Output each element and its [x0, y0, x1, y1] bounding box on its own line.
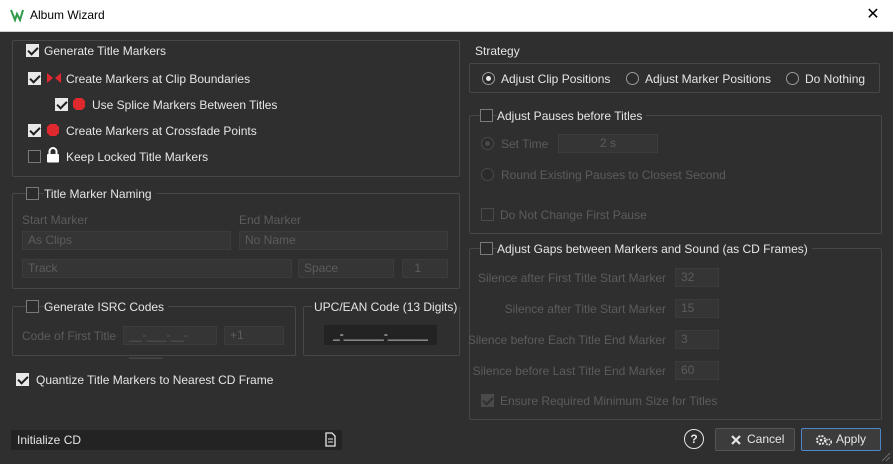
- keep-locked-checkbox[interactable]: [28, 150, 41, 163]
- preset-field[interactable]: Initialize CD: [11, 430, 342, 450]
- adjust-pauses-label: Adjust Pauses before Titles: [497, 109, 647, 123]
- gap-row-value[interactable]: 32: [675, 268, 719, 287]
- strategy-option-adjust-marker[interactable]: Adjust Marker Positions: [645, 72, 771, 86]
- number-field[interactable]: 1: [402, 259, 448, 278]
- upc-label: UPC/EAN Code (13 Digits): [312, 300, 460, 314]
- strategy-option-do-nothing[interactable]: Do Nothing: [805, 72, 865, 86]
- title-marker-naming-checkbox[interactable]: [26, 187, 39, 200]
- quantize-checkbox[interactable]: [16, 373, 29, 386]
- set-time-radio[interactable]: [481, 137, 494, 150]
- gap-row-value[interactable]: 60: [675, 361, 719, 380]
- apply-button[interactable]: Apply: [801, 428, 881, 451]
- crossfade-markers-label: Create Markers at Crossfade Points: [66, 124, 257, 138]
- code-of-first-title-label: Code of First Title: [22, 329, 117, 343]
- upc-field[interactable]: _-______-______: [324, 325, 437, 345]
- generate-isrc-label: Generate ISRC Codes: [44, 300, 169, 314]
- end-marker-select[interactable]: No Name: [239, 231, 448, 250]
- generate-isrc-checkbox[interactable]: [26, 300, 39, 313]
- preset-document-icon[interactable]: [323, 432, 337, 447]
- set-time-field[interactable]: 2 s: [558, 134, 658, 153]
- help-icon: ?: [690, 432, 698, 446]
- gap-row-label: Silence before Each Title End Marker: [467, 333, 666, 347]
- clip-boundaries-label: Create Markers at Clip Boundaries: [66, 72, 251, 86]
- gap-row-value[interactable]: 15: [675, 299, 719, 318]
- end-marker-label: End Marker: [239, 213, 302, 227]
- splice-markers-checkbox[interactable]: [55, 98, 68, 111]
- apply-label: Apply: [836, 432, 867, 446]
- help-button[interactable]: ?: [684, 429, 704, 449]
- isrc-increment-field[interactable]: +1: [224, 326, 284, 345]
- generate-title-markers-checkbox[interactable]: [26, 44, 39, 57]
- strategy-do-nothing-radio[interactable]: [786, 72, 799, 85]
- keep-locked-label: Keep Locked Title Markers: [66, 150, 209, 164]
- splice-markers-label: Use Splice Markers Between Titles: [92, 98, 278, 112]
- round-pauses-radio[interactable]: [481, 168, 494, 181]
- no-change-first-pause-checkbox[interactable]: [481, 208, 494, 221]
- clip-boundary-marker-icon: [47, 73, 61, 83]
- strategy-adjust-clip-radio[interactable]: [482, 72, 495, 85]
- strategy-option-adjust-clip[interactable]: Adjust Clip Positions: [501, 72, 610, 86]
- space-select[interactable]: Space: [298, 259, 394, 278]
- gears-icon: [816, 435, 833, 446]
- adjust-pauses-checkbox[interactable]: [480, 109, 493, 122]
- round-pauses-label: Round Existing Pauses to Closest Second: [501, 168, 726, 182]
- strategy-label: Strategy: [475, 44, 520, 58]
- resize-grip-icon[interactable]: [880, 451, 891, 462]
- adjust-gaps-checkbox[interactable]: [480, 242, 493, 255]
- crossfade-markers-checkbox[interactable]: [28, 124, 41, 137]
- gap-row-label: Silence after Title Start Marker: [504, 302, 666, 316]
- start-marker-label: Start Marker: [22, 213, 89, 227]
- adjust-gaps-label: Adjust Gaps between Markers and Sound (a…: [497, 242, 812, 256]
- close-icon[interactable]: ✕: [863, 5, 883, 25]
- track-select[interactable]: Track: [22, 259, 292, 278]
- cancel-button[interactable]: Cancel: [715, 428, 795, 451]
- title-bar: Album Wizard ✕: [0, 0, 893, 32]
- window-title: Album Wizard: [30, 8, 105, 22]
- splice-marker-icon: [73, 98, 85, 110]
- gap-row-label: Silence before Last Title End Marker: [472, 364, 666, 378]
- gap-row-value[interactable]: 3: [675, 330, 719, 349]
- title-marker-naming-label: Title Marker Naming: [44, 187, 156, 201]
- isrc-code-field[interactable]: __-___-__-_____: [123, 326, 217, 359]
- app-logo-icon: [10, 9, 24, 23]
- clip-boundaries-checkbox[interactable]: [28, 72, 41, 85]
- no-change-first-pause-label: Do Not Change First Pause: [500, 208, 647, 222]
- cancel-x-icon: [731, 435, 741, 445]
- cancel-label: Cancel: [747, 432, 785, 446]
- lock-icon: [47, 147, 59, 163]
- set-time-label: Set Time: [501, 137, 549, 151]
- ensure-min-size-checkbox[interactable]: [481, 394, 494, 407]
- gap-row-label: Silence after First Title Start Marker: [477, 271, 666, 285]
- quantize-label: Quantize Title Markers to Nearest CD Fra…: [36, 373, 274, 387]
- strategy-adjust-marker-radio[interactable]: [626, 72, 639, 85]
- crossfade-marker-icon: [47, 124, 59, 136]
- ensure-min-size-label: Ensure Required Minimum Size for Titles: [500, 394, 718, 408]
- start-marker-select[interactable]: As Clips: [22, 231, 231, 250]
- generate-title-markers-label: Generate Title Markers: [44, 44, 167, 58]
